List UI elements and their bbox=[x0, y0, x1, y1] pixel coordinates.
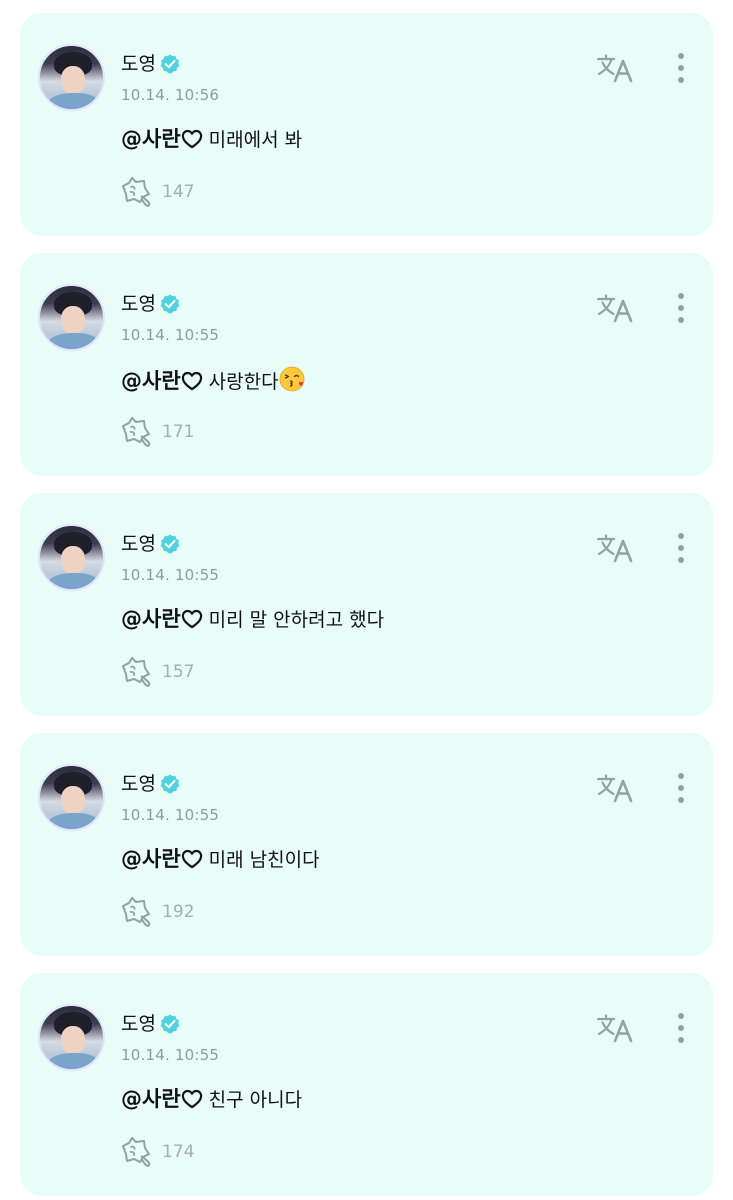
author-name[interactable]: 도영 bbox=[121, 532, 156, 556]
verified-badge-icon bbox=[160, 54, 180, 74]
translate-icon[interactable] bbox=[595, 773, 635, 803]
message-text: 사랑한다 bbox=[208, 371, 279, 393]
mention-tag[interactable]: @사란 bbox=[121, 127, 181, 151]
reaction-count: 192 bbox=[162, 902, 195, 922]
post-card[interactable]: 도영 10.14. 10:56 @사란 미래에서 봐 147 bbox=[20, 13, 713, 236]
mention-tag[interactable]: @사란 bbox=[121, 1087, 181, 1111]
post-message: @사란 미리 말 안하려고 했다 bbox=[121, 606, 384, 633]
heart-outline-icon bbox=[181, 371, 202, 391]
more-vertical-icon[interactable] bbox=[671, 531, 691, 565]
post-feed: 도영 10.14. 10:56 @사란 미래에서 봐 147 도영 10.14.… bbox=[0, 0, 733, 1200]
mention-tag[interactable]: @사란 bbox=[121, 607, 181, 631]
message-text: 미래 남친이다 bbox=[208, 849, 320, 871]
verified-badge-icon bbox=[160, 1014, 180, 1034]
post-message: @사란 미래에서 봐 bbox=[121, 126, 302, 153]
avatar[interactable] bbox=[38, 524, 105, 591]
post-card[interactable]: 도영 10.14. 10:55 @사란 미리 말 안하려고 했다 157 bbox=[20, 493, 713, 716]
translate-icon[interactable] bbox=[595, 533, 635, 563]
verified-badge-icon bbox=[160, 534, 180, 554]
translate-icon[interactable] bbox=[595, 1013, 635, 1043]
reaction-icon[interactable] bbox=[119, 1136, 155, 1168]
author-name[interactable]: 도영 bbox=[121, 52, 156, 76]
post-timestamp: 10.14. 10:55 bbox=[121, 1046, 220, 1064]
verified-badge-icon bbox=[160, 774, 180, 794]
message-text: 미래에서 봐 bbox=[208, 129, 303, 151]
more-vertical-icon[interactable] bbox=[671, 771, 691, 805]
heart-outline-icon bbox=[181, 1089, 202, 1109]
post-card[interactable]: 도영 10.14. 10:55 @사란 친구 아니다 174 bbox=[20, 973, 713, 1196]
reaction-count: 174 bbox=[162, 1142, 195, 1162]
reaction-icon[interactable] bbox=[119, 176, 155, 208]
more-vertical-icon[interactable] bbox=[671, 1011, 691, 1045]
post-timestamp: 10.14. 10:55 bbox=[121, 326, 220, 344]
post-card[interactable]: 도영 10.14. 10:55 @사란 미래 남친이다 192 bbox=[20, 733, 713, 956]
reaction-icon[interactable] bbox=[119, 416, 155, 448]
reaction-icon[interactable] bbox=[119, 896, 155, 928]
avatar[interactable] bbox=[38, 44, 105, 111]
reaction-icon[interactable] bbox=[119, 656, 155, 688]
more-vertical-icon[interactable] bbox=[671, 291, 691, 325]
translate-icon[interactable] bbox=[595, 53, 635, 83]
post-timestamp: 10.14. 10:56 bbox=[121, 86, 220, 104]
mention-tag[interactable]: @사란 bbox=[121, 847, 181, 871]
author-name[interactable]: 도영 bbox=[121, 772, 156, 796]
reaction-count: 157 bbox=[162, 662, 195, 682]
reaction-count: 147 bbox=[162, 182, 195, 202]
post-message: @사란 친구 아니다 bbox=[121, 1086, 302, 1113]
heart-outline-icon bbox=[181, 609, 202, 629]
post-timestamp: 10.14. 10:55 bbox=[121, 806, 220, 824]
translate-icon[interactable] bbox=[595, 293, 635, 323]
post-message: @사란 미래 남친이다 bbox=[121, 846, 320, 873]
message-text: 미리 말 안하려고 했다 bbox=[208, 609, 385, 631]
mention-tag[interactable]: @사란 bbox=[121, 369, 181, 393]
avatar[interactable] bbox=[38, 284, 105, 351]
verified-badge-icon bbox=[160, 294, 180, 314]
heart-outline-icon bbox=[181, 129, 202, 149]
post-message: @사란 사랑한다 bbox=[121, 366, 305, 395]
author-name[interactable]: 도영 bbox=[121, 292, 156, 316]
message-text: 친구 아니다 bbox=[208, 1089, 303, 1111]
reaction-count: 171 bbox=[162, 422, 195, 442]
heart-outline-icon bbox=[181, 849, 202, 869]
post-card[interactable]: 도영 10.14. 10:55 @사란 사랑한다 171 bbox=[20, 253, 713, 476]
more-vertical-icon[interactable] bbox=[671, 51, 691, 85]
post-timestamp: 10.14. 10:55 bbox=[121, 566, 220, 584]
face-throwing-kiss-icon bbox=[279, 366, 304, 392]
author-name[interactable]: 도영 bbox=[121, 1012, 156, 1036]
avatar[interactable] bbox=[38, 1004, 105, 1071]
avatar[interactable] bbox=[38, 764, 105, 831]
